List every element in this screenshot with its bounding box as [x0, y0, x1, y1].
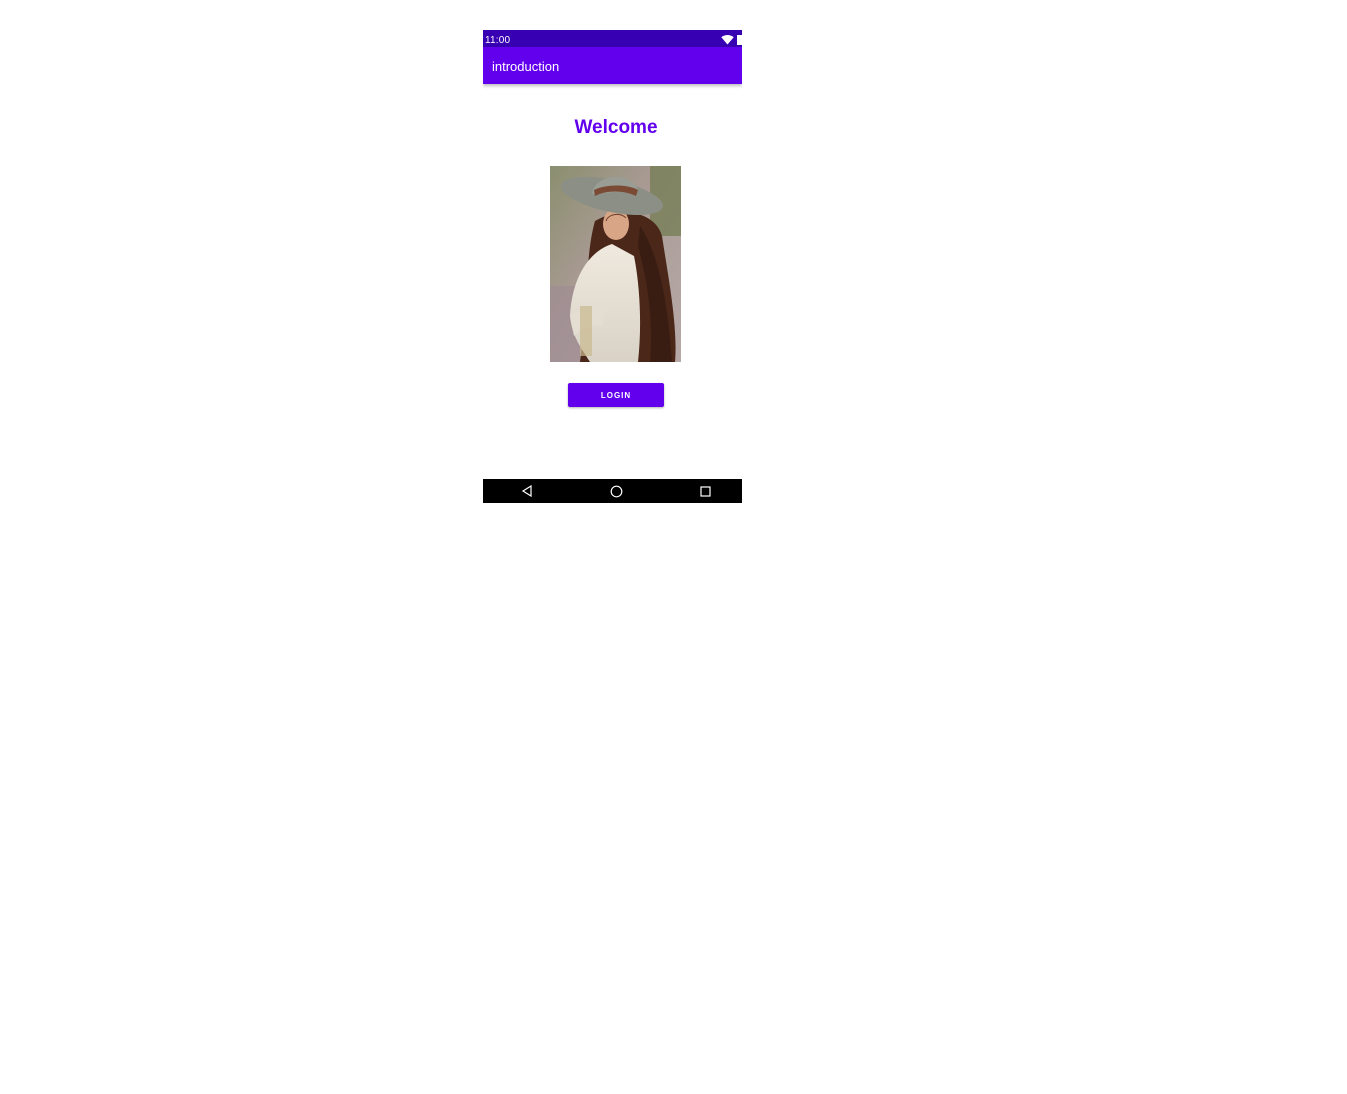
status-icons [721, 33, 742, 45]
device-screen: 11:00 introduction Welcome LOGIN [483, 30, 742, 503]
photo-illustration [550, 166, 681, 362]
battery-icon [737, 34, 742, 45]
home-button[interactable] [596, 479, 636, 503]
recents-button[interactable] [685, 479, 725, 503]
status-bar: 11:00 [483, 30, 742, 47]
app-title: introduction [492, 59, 560, 74]
welcome-heading: Welcome [574, 117, 658, 138]
home-icon [610, 485, 622, 497]
status-time: 11:00 [485, 35, 511, 46]
app-bar: introduction [483, 47, 742, 84]
page: 11:00 introduction Welcome LOGIN [0, 0, 1347, 1094]
main-content: Welcome LOGIN [483, 84, 742, 479]
navigation-bar [483, 479, 742, 503]
woman-with-hat-photo [550, 166, 681, 362]
back-icon [521, 485, 532, 497]
wifi-icon [721, 34, 734, 44]
back-button[interactable] [507, 479, 547, 503]
recents-icon [699, 485, 711, 497]
login-button[interactable]: LOGIN [568, 383, 664, 407]
